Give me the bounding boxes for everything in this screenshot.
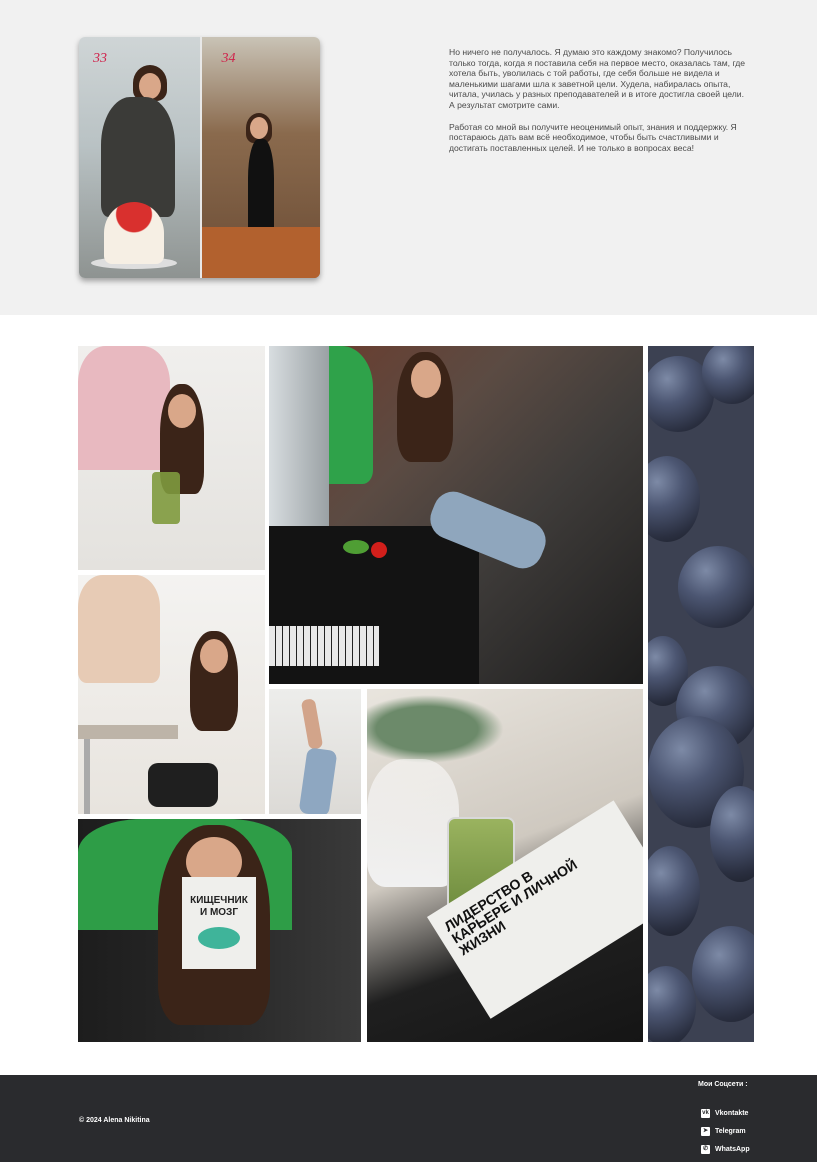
eucalyptus-image	[367, 689, 517, 769]
gallery-photo-legs	[269, 689, 361, 814]
after-age-label: 34	[221, 51, 236, 66]
gallery-photo-blueberries	[648, 346, 754, 1042]
gallery-photo-piano	[269, 346, 643, 684]
whatsapp-icon: ✆	[701, 1145, 710, 1154]
social-link-label: Telegram	[715, 1128, 746, 1135]
before-photo: 33	[79, 37, 200, 278]
site-footer: © 2024 Alena Nikitina Мои Соцсети : vk V…	[0, 1075, 817, 1162]
intro-paragraph: Но ничего не получалось. Я думаю это каж…	[449, 47, 745, 110]
telegram-icon: ➤	[701, 1127, 710, 1136]
social-link-whatsapp[interactable]: ✆ WhatsApp	[701, 1145, 750, 1154]
gallery-photo-book-face: КИЩЕЧНИК И МОЗГ	[78, 819, 361, 1042]
before-age-label: 33	[93, 51, 107, 66]
book-gut-brain: КИЩЕЧНИК И МОЗГ	[182, 877, 256, 969]
before-after-photo: 33 34	[79, 37, 320, 278]
vk-icon: vk	[701, 1109, 710, 1118]
gallery-photo-desk	[78, 575, 265, 814]
gallery-photo-pink-dress	[78, 346, 265, 570]
social-title: Мои Соцсети :	[698, 1081, 748, 1088]
social-link-telegram[interactable]: ➤ Telegram	[701, 1127, 746, 1136]
book-title: КИЩЕЧНИК И МОЗГ	[190, 895, 248, 918]
intro-paragraph: Работая со мной вы получите неоценимый о…	[449, 121, 737, 153]
gallery-photo-book-drink: ЛИДЕРСТВО В КАРЬЕРЕ И ЛИЧНОЙ ЖИЗНИ	[367, 689, 643, 1042]
intro-text: Но ничего не получалось. Я думаю это каж…	[449, 47, 749, 153]
social-link-label: Vkontakte	[715, 1110, 749, 1117]
social-link-vkontakte[interactable]: vk Vkontakte	[701, 1109, 748, 1118]
after-photo: 34	[199, 37, 320, 278]
green-drink-image	[152, 472, 180, 524]
about-section: 33 34 Но ничего не получалось. Я думаю э…	[0, 0, 817, 315]
cake-image	[104, 202, 164, 264]
copyright-text: © 2024 Alena Nikitina	[79, 1117, 150, 1124]
social-link-label: WhatsApp	[715, 1146, 750, 1153]
